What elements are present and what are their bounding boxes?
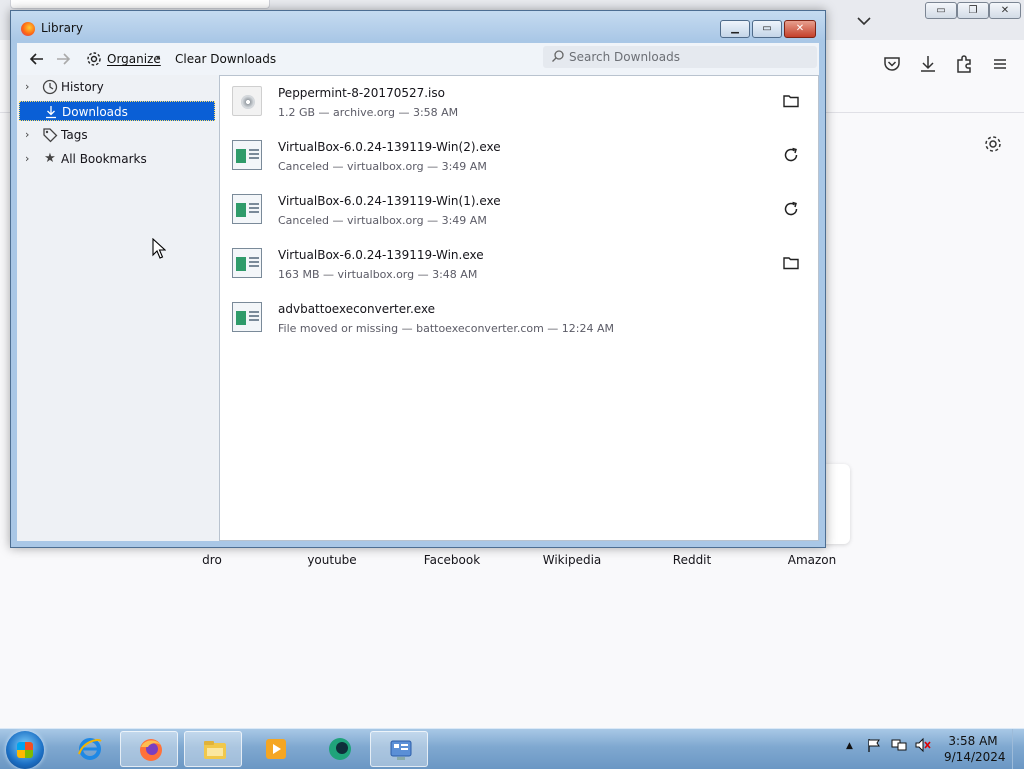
taskbar-internet-explorer[interactable] (60, 731, 118, 767)
sidebar-item-downloads[interactable]: Downloads (19, 101, 215, 121)
mouse-cursor-icon (152, 237, 167, 260)
taskbar-control-panel[interactable] (370, 731, 428, 767)
library-minimize-button[interactable]: ▁ (720, 20, 750, 38)
download-item[interactable]: VirtualBox-6.0.24-139119-Win(1).exe Canc… (220, 184, 818, 238)
clock-time[interactable]: 3:58 AM (944, 734, 1002, 748)
extensions-icon[interactable] (952, 52, 976, 76)
start-button[interactable] (6, 731, 44, 769)
library-body: › History Downloads › Tags › ★ All Bookm… (17, 75, 819, 541)
retry-icon[interactable] (780, 198, 802, 220)
search-placeholder: Search Downloads (569, 50, 680, 64)
library-close-button[interactable]: ✕ (784, 20, 816, 38)
menu-icon[interactable] (988, 52, 1012, 76)
shortcut-youtube[interactable]: youtube (282, 553, 382, 567)
chevron-right-icon[interactable]: › (25, 77, 29, 97)
shortcut-facebook[interactable]: Facebook (402, 553, 502, 567)
sidebar-item-all-bookmarks[interactable]: › ★ All Bookmarks (19, 149, 215, 169)
browser-close-button[interactable]: ✕ (989, 2, 1021, 19)
internet-explorer-icon (77, 736, 103, 762)
exe-icon (232, 248, 262, 278)
media-player-icon (263, 736, 289, 762)
gear-icon[interactable] (981, 132, 1005, 156)
organize-label: Organize (107, 52, 161, 66)
download-name: advbattoexeconverter.exe (278, 302, 436, 316)
show-hidden-icons-button[interactable]: ▲ (846, 741, 853, 751)
chevron-down-icon[interactable] (855, 12, 873, 30)
clear-downloads-button[interactable]: Clear Downloads (175, 52, 276, 66)
volume-muted-icon[interactable] (914, 737, 932, 757)
download-status: File moved or missing — battoexeconverte… (278, 322, 615, 335)
firefox-icon (21, 22, 35, 36)
chevron-down-icon: ▾ (156, 53, 161, 62)
exe-icon (232, 302, 262, 332)
search-icon (551, 49, 565, 66)
download-name: VirtualBox-6.0.24-139119-Win(2).exe (278, 140, 501, 154)
download-item[interactable]: advbattoexeconverter.exe File moved or m… (220, 292, 818, 346)
exe-icon (232, 140, 262, 170)
library-titlebar[interactable]: Library ▁ ▭ ✕ (11, 11, 825, 41)
retry-icon[interactable] (780, 144, 802, 166)
sidebar-item-label: History (61, 80, 104, 94)
sidebar-item-tags[interactable]: › Tags (19, 125, 215, 145)
shortcut-dro[interactable]: dro (162, 553, 262, 567)
download-status: 163 MB — virtualbox.org — 3:48 AM (278, 268, 478, 281)
back-button[interactable] (27, 49, 47, 69)
shortcut-wikipedia[interactable]: Wikipedia (522, 553, 622, 567)
library-title: Library (41, 21, 83, 35)
clock-icon (41, 77, 59, 102)
download-item[interactable]: Peppermint-8-20170527.iso 1.2 GB — archi… (220, 76, 818, 130)
browser-restore-button[interactable]: ❐ (957, 2, 989, 19)
disc-image-icon (232, 86, 262, 116)
library-toolbar: Organize ▾ Clear Downloads Search Downlo… (17, 43, 819, 75)
folder-icon[interactable] (780, 252, 802, 274)
taskbar-app[interactable] (310, 731, 368, 767)
control-panel-icon (388, 737, 414, 763)
sidebar-item-history[interactable]: › History (19, 77, 215, 97)
taskbar-firefox[interactable] (120, 731, 178, 767)
tag-icon (41, 125, 59, 150)
download-name: Peppermint-8-20170527.iso (278, 86, 445, 100)
chevron-right-icon[interactable]: › (25, 125, 29, 145)
taskbar-media-player[interactable] (246, 731, 304, 767)
taskbar: ▲ (0, 728, 1024, 769)
download-icon[interactable] (916, 52, 940, 76)
browser-card (822, 464, 850, 544)
sidebar-item-label: All Bookmarks (61, 152, 147, 166)
firefox-icon (138, 737, 164, 763)
download-icon (42, 102, 60, 127)
app-icon (327, 736, 353, 762)
network-icon[interactable] (890, 737, 908, 757)
taskbar-file-explorer[interactable] (184, 731, 242, 767)
show-desktop-button[interactable] (1012, 729, 1024, 769)
download-status: Canceled — virtualbox.org — 3:49 AM (278, 160, 487, 173)
download-status: Canceled — virtualbox.org — 3:49 AM (278, 214, 487, 227)
downloads-list: Peppermint-8-20170527.iso 1.2 GB — archi… (219, 75, 819, 541)
organize-button[interactable]: Organize ▾ (85, 49, 165, 69)
library-sidebar: › History Downloads › Tags › ★ All Bookm… (17, 75, 217, 541)
sidebar-item-label: Downloads (62, 105, 128, 119)
download-item[interactable]: VirtualBox-6.0.24-139119-Win.exe 163 MB … (220, 238, 818, 292)
browser-tab[interactable] (10, 0, 270, 9)
download-status: 1.2 GB — archive.org — 3:58 AM (278, 106, 459, 119)
chevron-right-icon[interactable]: › (25, 149, 29, 169)
gear-icon (85, 50, 103, 72)
forward-button[interactable] (53, 49, 73, 69)
action-center-flag-icon[interactable] (866, 737, 882, 757)
download-item[interactable]: VirtualBox-6.0.24-139119-Win(2).exe Canc… (220, 130, 818, 184)
star-icon: ★ (44, 151, 56, 166)
clock-date[interactable]: 9/14/2024 (944, 750, 1006, 764)
shortcut-amazon[interactable]: Amazon (762, 553, 862, 567)
library-window: Library ▁ ▭ ✕ Organize ▾ Clear Downloads… (10, 10, 826, 548)
search-downloads-input[interactable]: Search Downloads (543, 46, 817, 68)
sidebar-item-label: Tags (61, 128, 88, 142)
browser-minimize-button[interactable]: ▭ (925, 2, 957, 19)
file-explorer-icon (202, 737, 228, 763)
folder-icon[interactable] (780, 90, 802, 112)
library-maximize-button[interactable]: ▭ (752, 20, 782, 38)
shortcut-reddit[interactable]: Reddit (642, 553, 742, 567)
exe-icon (232, 194, 262, 224)
download-name: VirtualBox-6.0.24-139119-Win.exe (278, 248, 484, 262)
pocket-icon[interactable] (880, 52, 904, 76)
download-name: VirtualBox-6.0.24-139119-Win(1).exe (278, 194, 501, 208)
